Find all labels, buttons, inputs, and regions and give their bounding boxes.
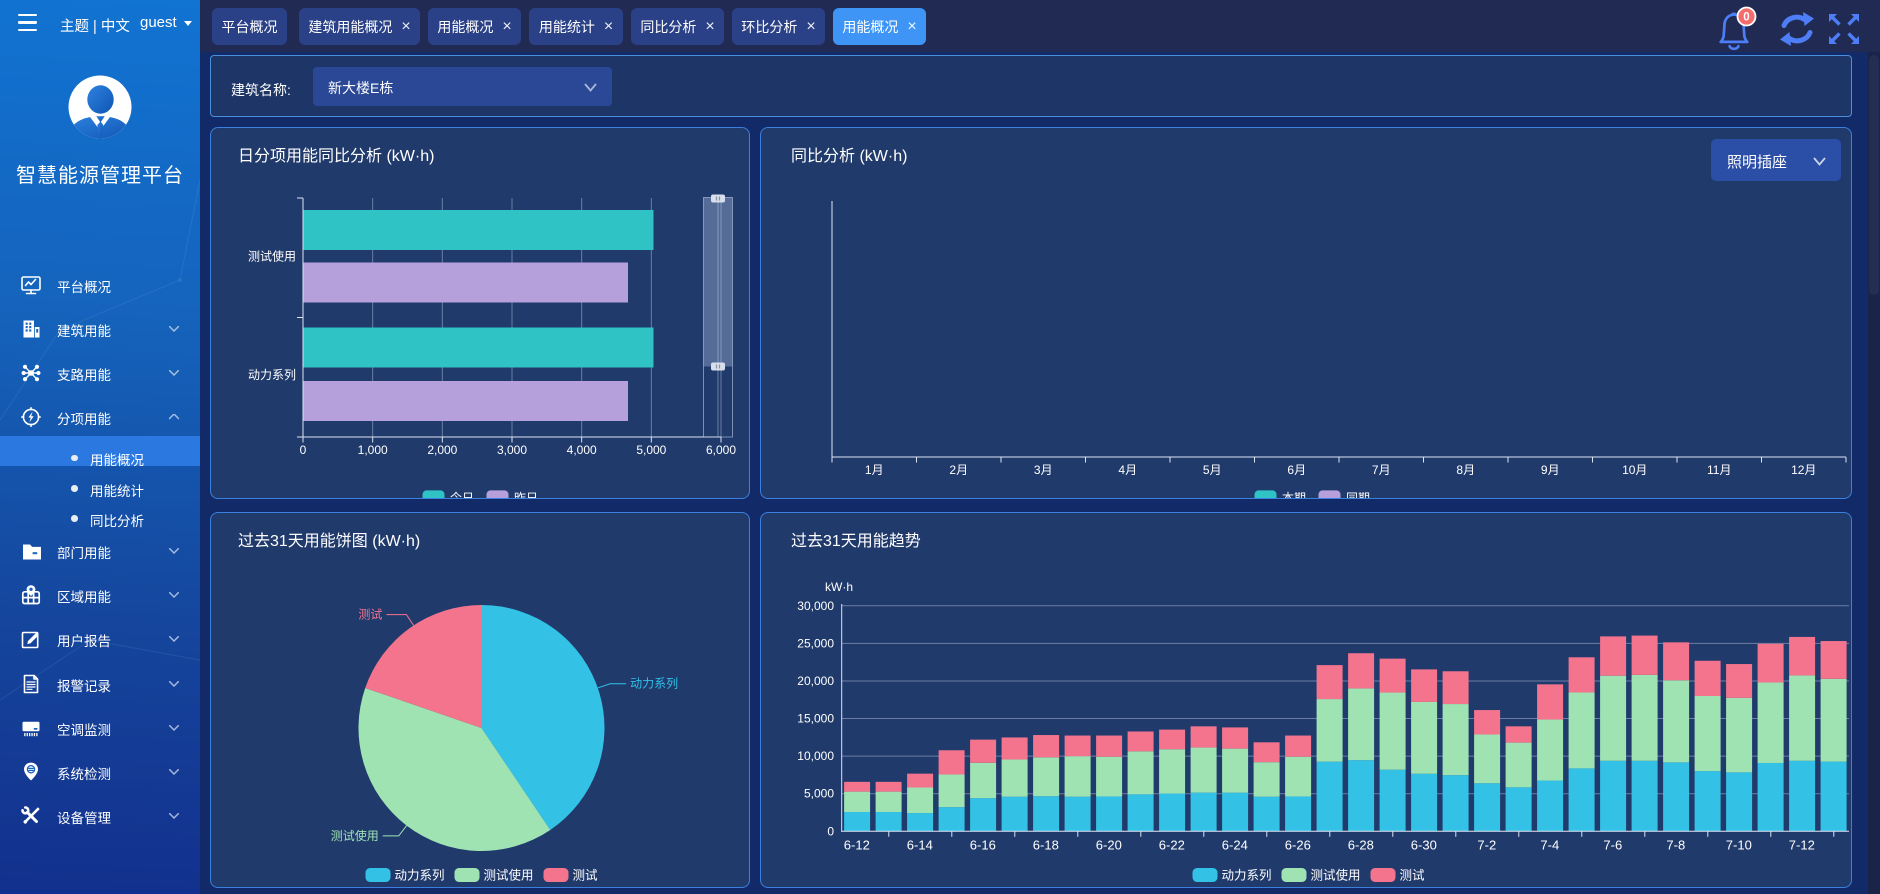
svg-text:测试: 测试 — [573, 868, 599, 883]
svg-text:2月: 2月 — [949, 463, 968, 477]
svg-text:测试使用: 测试使用 — [331, 828, 379, 843]
svg-text:25,000: 25,000 — [797, 636, 834, 650]
svg-text:30,000: 30,000 — [797, 599, 834, 613]
svg-text:0: 0 — [1743, 11, 1749, 23]
svg-text:动力系列: 动力系列 — [395, 869, 445, 883]
svg-text:4,000: 4,000 — [567, 443, 597, 457]
svg-text:6-16: 6-16 — [970, 837, 996, 852]
svg-text:6-28: 6-28 — [1348, 837, 1374, 852]
svg-text:6-20: 6-20 — [1096, 837, 1122, 852]
svg-text:5月: 5月 — [1203, 463, 1222, 477]
svg-text:6月: 6月 — [1287, 463, 1306, 477]
svg-text:1月: 1月 — [865, 463, 884, 477]
svg-text:动力系列: 动力系列 — [1222, 869, 1272, 883]
svg-text:3,000: 3,000 — [497, 443, 527, 457]
svg-text:7-6: 7-6 — [1603, 837, 1622, 852]
svg-text:0: 0 — [827, 824, 834, 838]
svg-text:6-22: 6-22 — [1159, 837, 1185, 852]
svg-text:5,000: 5,000 — [804, 787, 834, 801]
svg-text:8月: 8月 — [1456, 463, 1475, 477]
svg-text:10,000: 10,000 — [797, 749, 834, 763]
svg-text:6-30: 6-30 — [1411, 837, 1437, 852]
svg-text:1,000: 1,000 — [358, 443, 388, 457]
svg-text:7-12: 7-12 — [1789, 837, 1815, 852]
svg-text:6-14: 6-14 — [907, 837, 933, 852]
svg-text:7月: 7月 — [1372, 463, 1391, 477]
svg-text:昨日: 昨日 — [514, 491, 538, 499]
svg-text:7-8: 7-8 — [1666, 837, 1685, 852]
svg-text:6,000: 6,000 — [706, 443, 736, 457]
svg-text:7-2: 7-2 — [1477, 837, 1496, 852]
svg-text:测试使用: 测试使用 — [1311, 868, 1361, 883]
svg-text:6-26: 6-26 — [1285, 837, 1311, 852]
svg-text:5,000: 5,000 — [636, 443, 666, 457]
svg-text:kW·h: kW·h — [825, 580, 853, 594]
svg-text:测试: 测试 — [1400, 868, 1426, 883]
svg-text:6-18: 6-18 — [1033, 837, 1059, 852]
svg-text:3月: 3月 — [1034, 463, 1053, 477]
svg-text:测试使用: 测试使用 — [248, 249, 296, 264]
svg-text:4月: 4月 — [1118, 463, 1137, 477]
svg-text:今日: 今日 — [450, 490, 474, 499]
svg-text:0: 0 — [300, 443, 307, 457]
svg-text:本期: 本期 — [1282, 491, 1306, 499]
svg-text:12月: 12月 — [1791, 463, 1816, 477]
svg-text:6-24: 6-24 — [1222, 837, 1248, 852]
svg-text:2,000: 2,000 — [427, 443, 457, 457]
svg-text:11月: 11月 — [1707, 463, 1731, 477]
svg-text:7-4: 7-4 — [1540, 837, 1559, 852]
svg-text:9月: 9月 — [1541, 463, 1560, 477]
svg-text:测试: 测试 — [358, 607, 382, 622]
svg-text:动力系列: 动力系列 — [248, 368, 296, 382]
svg-text:动力系列: 动力系列 — [630, 677, 678, 691]
svg-text:7-10: 7-10 — [1726, 837, 1752, 852]
svg-text:10月: 10月 — [1622, 463, 1647, 477]
svg-text:15,000: 15,000 — [797, 712, 834, 726]
svg-text:20,000: 20,000 — [797, 674, 834, 688]
svg-text:测试使用: 测试使用 — [484, 868, 534, 883]
svg-text:6-12: 6-12 — [844, 837, 870, 852]
svg-text:同期: 同期 — [1346, 491, 1370, 499]
